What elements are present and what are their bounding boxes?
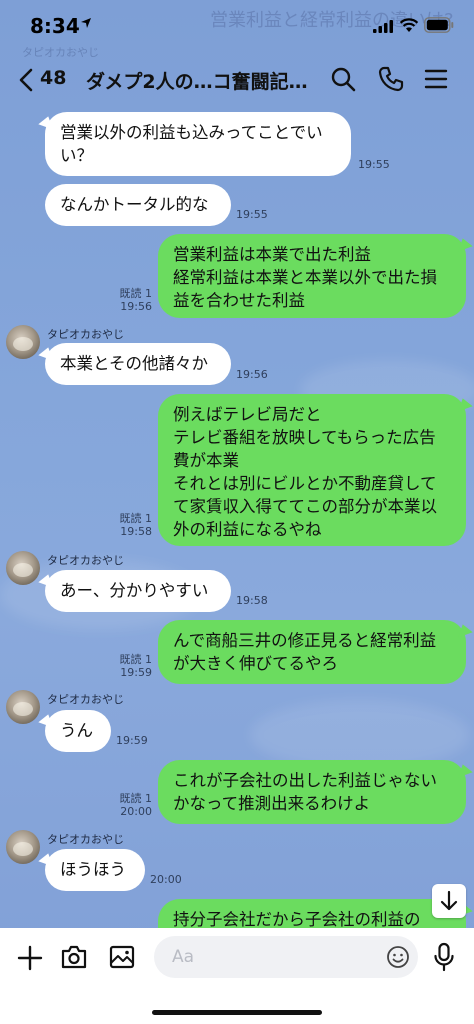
image-icon[interactable]: [108, 944, 136, 970]
chat-screen: 営業利益と経常利益の違いは? タピオカおやじ 8:34 48 ダメプ2人の…コ奮…: [0, 0, 474, 1024]
read-label: 既読 1: [119, 287, 153, 300]
chat-header: 48 ダメプ2人の…コ奮闘記 (4): [0, 58, 474, 102]
outgoing-message[interactable]: 営業利益は本業で出た利益 経常利益は本業と本業以外で出た損 益を合わせた利益: [158, 234, 466, 318]
battery-icon: [424, 17, 454, 33]
wifi-icon: [399, 18, 419, 32]
read-receipt: 既読 1 19:58: [112, 512, 153, 538]
message-line: これが子会社の出した利益じゃない: [173, 771, 437, 790]
sender-name: タピオカおやじ: [47, 693, 124, 706]
message-time: 19:55: [358, 158, 390, 171]
home-indicator[interactable]: [152, 1010, 322, 1015]
read-receipt: 既読 1 19:59: [112, 653, 153, 679]
message-line: かなって推測出来るわけよ: [173, 794, 371, 813]
message-line: 費が本業: [173, 451, 239, 470]
message-input[interactable]: [154, 936, 418, 978]
message-time: 19:55: [236, 208, 268, 221]
message-time: 19:56: [120, 300, 152, 313]
read-receipt: 既読 1 19:56: [112, 287, 153, 313]
status-bar: 営業利益と経常利益の違いは? タピオカおやじ 8:34: [0, 0, 474, 59]
message-line: 営業以外の利益も込みってことでい: [60, 123, 323, 142]
plus-icon[interactable]: [16, 944, 44, 972]
message-time: 19:59: [116, 734, 148, 747]
call-icon[interactable]: [378, 66, 404, 92]
message-line: て家賃収入得ててこの部分が本業以: [173, 497, 437, 516]
incoming-message[interactable]: うん: [45, 710, 111, 752]
read-label: 既読 1: [119, 792, 153, 805]
message-line: なんかトータル的な: [60, 195, 209, 214]
message-line: 経常利益は本業と本業以外で出た損: [173, 268, 437, 287]
menu-icon[interactable]: [424, 68, 448, 90]
outgoing-message[interactable]: これが子会社の出した利益じゃない かなって推測出来るわけよ: [158, 760, 466, 824]
message-line: い？: [60, 146, 93, 165]
sender-name: タピオカおやじ: [47, 833, 124, 846]
back-chevron-icon[interactable]: [18, 68, 34, 92]
outgoing-message[interactable]: んで商船三井の修正見ると経常利益 が大きく伸びてるやろ: [158, 620, 466, 684]
read-label: 既読 1: [119, 512, 153, 525]
message-line: 外の利益になるやね: [173, 520, 322, 539]
sender-name: タピオカおやじ: [47, 328, 124, 341]
avatar[interactable]: [6, 830, 40, 864]
message-line: それとは別にビルとか不動産貸して: [173, 474, 437, 493]
message-line: 益を合わせた利益: [173, 291, 305, 310]
unread-count[interactable]: 48: [40, 67, 66, 89]
chat-room-title[interactable]: ダメプ2人の…コ奮闘記 (4): [86, 67, 312, 94]
incoming-message[interactable]: 本業とその他諸々か: [45, 343, 231, 385]
arrow-down-icon: [440, 890, 458, 911]
location-arrow-icon: [81, 18, 91, 28]
incoming-message[interactable]: ほうほう: [45, 849, 145, 891]
avatar[interactable]: [6, 325, 40, 359]
message-time: 19:58: [236, 594, 268, 607]
message-line: 例えばテレビ局だと: [173, 405, 322, 424]
read-label: 既読 1: [119, 653, 153, 666]
emoji-icon[interactable]: [386, 945, 410, 969]
message-line: 本業とその他諸々か: [60, 354, 209, 373]
avatar[interactable]: [6, 551, 40, 585]
incoming-message[interactable]: なんかトータル的な: [45, 184, 231, 226]
message-line: 営業利益は本業で出た利益: [173, 245, 371, 264]
message-time: 19:59: [120, 666, 152, 679]
message-time: 20:00: [120, 805, 152, 818]
scroll-to-bottom-button[interactable]: [432, 884, 466, 918]
search-icon[interactable]: [330, 66, 356, 92]
message-time: 19:56: [236, 368, 268, 381]
message-line: うん: [60, 721, 93, 740]
sender-name: タピオカおやじ: [47, 554, 124, 567]
message-line: が大きく伸びてるやろ: [173, 654, 338, 673]
camera-icon[interactable]: [60, 944, 88, 970]
message-line: あー、分かりやすい: [60, 581, 209, 600]
outgoing-message[interactable]: 例えばテレビ局だと テレビ番組を放映してもらった広告 費が本業 それとは別にビル…: [158, 394, 466, 546]
message-time: 20:00: [150, 873, 182, 886]
incoming-message[interactable]: 営業以外の利益も込みってことでい い？: [45, 112, 351, 176]
message-line: テレビ番組を放映してもらった広告: [173, 428, 436, 447]
message-line: ほうほう: [60, 860, 126, 879]
message-line: んで商船三井の修正見ると経常利益: [173, 631, 437, 650]
signal-icon: [373, 20, 393, 33]
incoming-message[interactable]: あー、分かりやすい: [45, 570, 231, 612]
read-receipt: 既読 1 20:00: [112, 792, 153, 818]
avatar[interactable]: [6, 690, 40, 724]
status-time: 8:34: [30, 14, 80, 38]
message-time: 19:58: [120, 525, 152, 538]
mic-icon[interactable]: [432, 942, 456, 972]
